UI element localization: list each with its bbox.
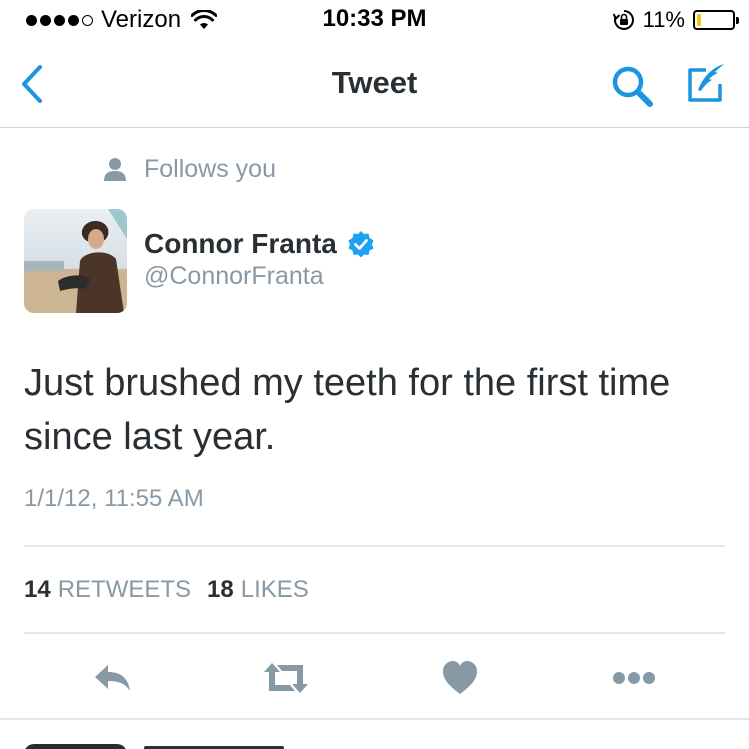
status-right: 11% xyxy=(612,6,739,34)
next-tweet-author-name[interactable] xyxy=(144,742,284,749)
reply-button[interactable] xyxy=(93,658,133,698)
person-icon xyxy=(104,158,126,181)
divider xyxy=(24,545,725,547)
retweets-count[interactable]: 14 xyxy=(24,576,51,604)
verified-badge-icon xyxy=(348,231,374,258)
search-icon xyxy=(612,66,653,107)
follows-you-indicator: Follows you xyxy=(102,152,276,186)
battery-icon xyxy=(693,10,739,30)
follows-you-label: Follows you xyxy=(144,154,276,183)
author-name-row[interactable]: Connor Franta xyxy=(144,226,375,262)
heart-icon xyxy=(443,661,477,694)
battery-level xyxy=(697,14,701,26)
author-handle[interactable]: @ConnorFranta xyxy=(144,262,324,291)
retweet-icon xyxy=(264,663,308,693)
like-button[interactable] xyxy=(440,658,480,698)
avatar[interactable] xyxy=(24,209,127,313)
tweet-text: Just brushed my teeth for the first time… xyxy=(24,362,671,458)
battery-percent: 11% xyxy=(642,7,685,32)
likes-label[interactable]: LIKES xyxy=(241,576,309,604)
rotation-lock-icon xyxy=(612,10,634,30)
more-button[interactable] xyxy=(610,658,658,698)
tweet-stats: 14 RETWEETS 18 LIKES xyxy=(24,574,325,606)
tweet-timestamp: 1/1/12, 11:55 AM xyxy=(24,485,204,512)
retweets-label[interactable]: RETWEETS xyxy=(58,576,191,604)
divider xyxy=(24,632,725,634)
reply-icon xyxy=(95,665,130,691)
divider xyxy=(0,718,749,720)
author-name[interactable]: Connor Franta xyxy=(144,228,337,260)
compose-tweet-icon xyxy=(688,64,724,102)
retweet-button[interactable] xyxy=(262,658,310,698)
status-bar: Verizon 10:33 PM 11% xyxy=(0,0,749,40)
search-button[interactable] xyxy=(608,62,656,110)
more-icon xyxy=(613,672,655,684)
avatar-image xyxy=(24,209,127,313)
next-tweet-avatar[interactable] xyxy=(24,744,127,749)
likes-count[interactable]: 18 xyxy=(207,576,234,604)
compose-tweet-button[interactable] xyxy=(682,60,730,108)
navigation-bar: Tweet xyxy=(0,40,749,128)
